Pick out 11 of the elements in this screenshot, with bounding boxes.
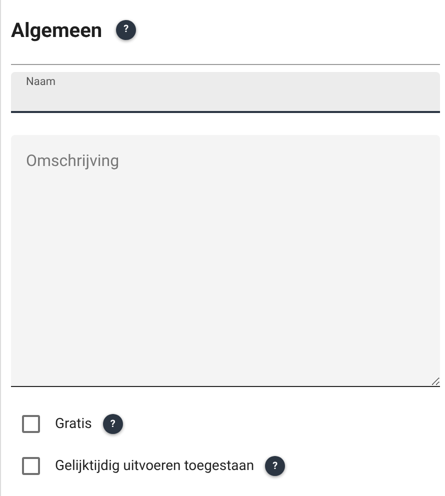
name-label: Naam	[26, 75, 56, 88]
help-icon[interactable]: ?	[265, 456, 286, 476]
checkbox[interactable]	[22, 457, 40, 475]
help-icon[interactable]: ?	[102, 414, 123, 434]
name-field[interactable]: Naam	[11, 72, 440, 113]
option-label: Gelijktijdig uitvoeren toegestaan	[55, 456, 254, 476]
help-icon[interactable]: ?	[116, 20, 136, 40]
description-field[interactable]: Omschrijving	[11, 135, 440, 387]
section-title: Algemeen	[11, 16, 102, 44]
option-label: Gratis	[55, 414, 92, 434]
checkbox[interactable]	[22, 415, 40, 433]
